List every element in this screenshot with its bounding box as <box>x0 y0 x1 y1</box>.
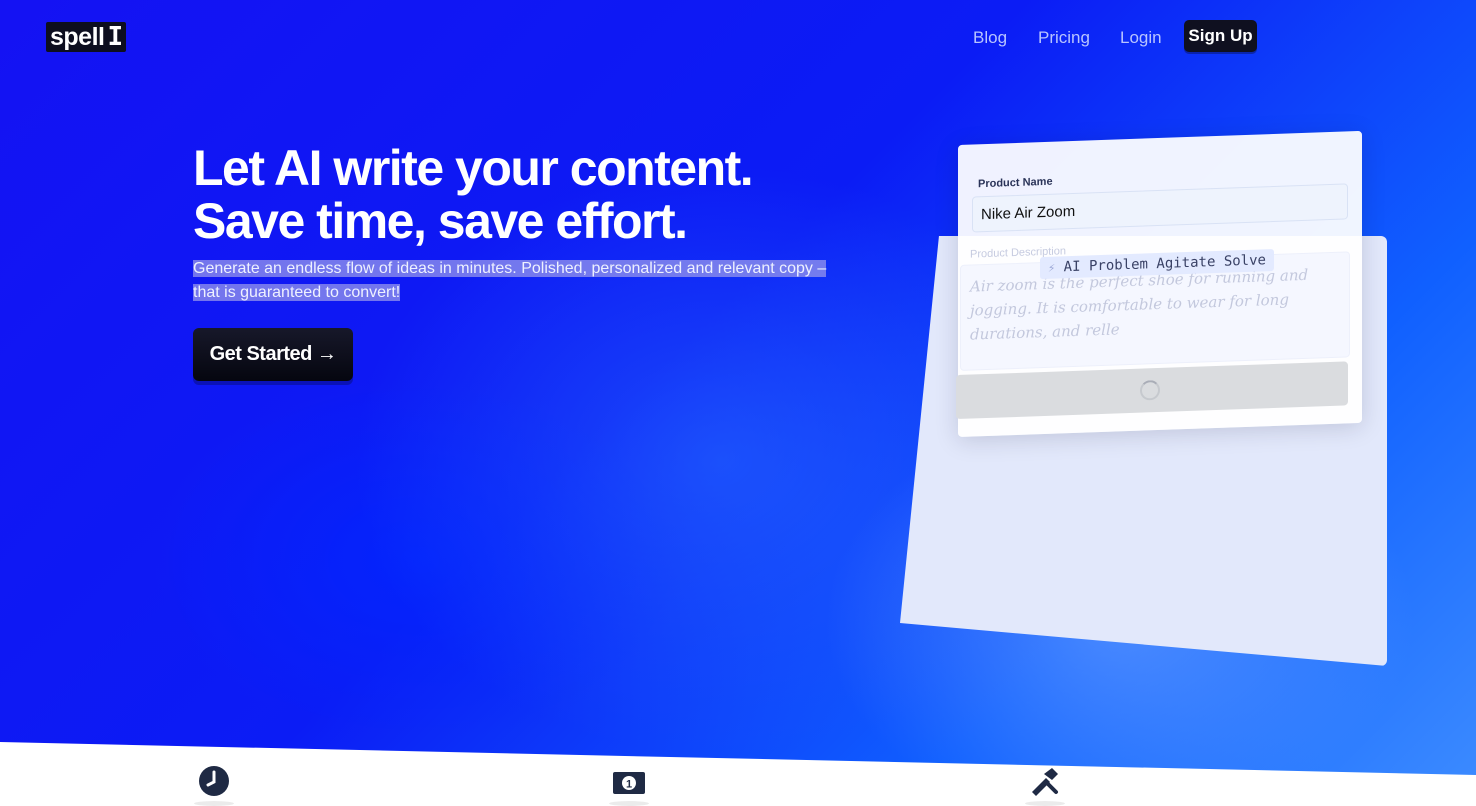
framework-tag-label: AI Problem Agitate Solve <box>1063 252 1266 276</box>
logo-cursor-icon: I <box>107 22 123 52</box>
nav-pricing-link[interactable]: Pricing <box>1038 24 1090 52</box>
loading-spinner-icon <box>1140 379 1160 401</box>
clock-icon <box>199 766 229 796</box>
tools-icon <box>1032 768 1058 796</box>
logo-text: spell <box>50 23 105 51</box>
svg-text:1: 1 <box>626 779 632 791</box>
logo[interactable]: spell I <box>46 22 126 52</box>
signup-button[interactable]: Sign Up <box>1184 20 1257 52</box>
nav-login-link[interactable]: Login <box>1120 24 1162 52</box>
hero-headline: Let AI write your content. Save time, sa… <box>193 140 754 249</box>
subcopy-line-1: Generate an endless flow of ideas in min… <box>193 260 827 277</box>
tools-icon-shadow <box>1025 801 1065 806</box>
generate-button[interactable] <box>956 361 1348 420</box>
money-icon: 1 <box>613 772 645 794</box>
clock-icon-shadow <box>194 801 234 806</box>
lightning-icon: ⚡ <box>1048 260 1056 275</box>
product-name-label: Product Name <box>978 175 1053 191</box>
subcopy-line-2: that is guaranteed to convert! <box>193 284 401 301</box>
nav-blog-link[interactable]: Blog <box>973 24 1007 52</box>
hero-subcopy: Generate an endless flow of ideas in min… <box>193 257 833 305</box>
product-name-input[interactable]: Nike Air Zoom <box>972 183 1348 233</box>
demo-card: Product Name Nike Air Zoom Product Descr… <box>956 130 1362 437</box>
get-started-button[interactable]: Get Started → <box>193 328 353 381</box>
money-icon-shadow <box>609 801 649 806</box>
